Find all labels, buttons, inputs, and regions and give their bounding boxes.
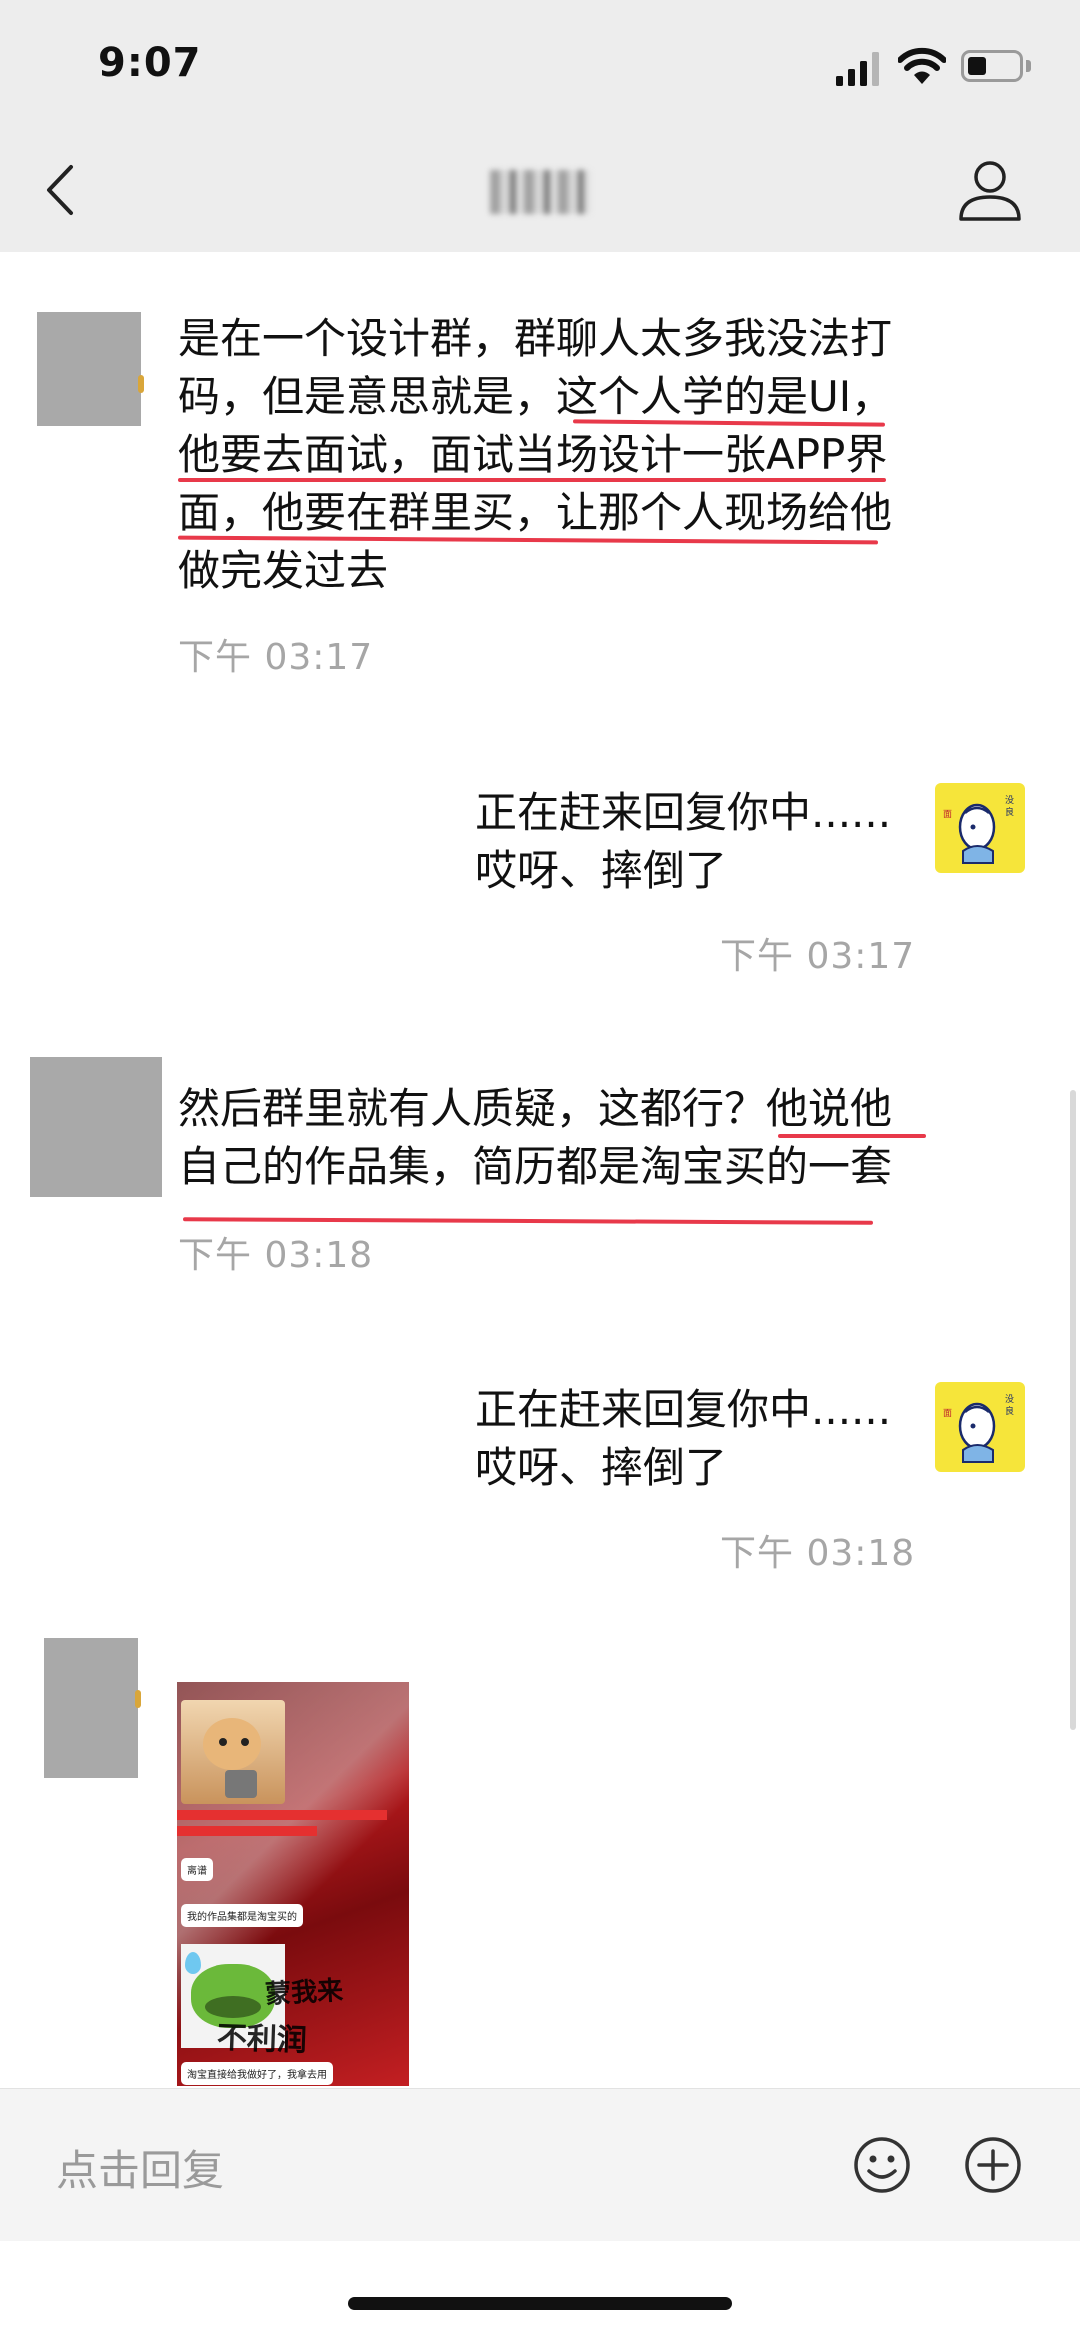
reply-bar: 点击回复: [0, 2088, 1080, 2241]
chat-bubble: 淘宝直接给我做好了，我拿去用: [181, 2062, 333, 2085]
chevron-left-icon: [47, 165, 73, 215]
message-line: 自己的作品集，简历都是淘宝买的一套: [178, 1142, 893, 1191]
profile-button[interactable]: [955, 155, 1025, 225]
handwritten-scribble: 蒙我来: [264, 1975, 344, 2011]
plus-circle-icon: [965, 2137, 1021, 2193]
handwritten-scribble: 不利润: [216, 2020, 308, 2059]
scrollbar[interactable]: [1070, 1090, 1076, 1730]
status-time: 9:07: [98, 40, 202, 86]
avatar-edge-mark: [135, 1690, 141, 1708]
svg-text:良: 良: [1005, 1405, 1014, 1417]
message-line: 哎呀、摔倒了: [475, 846, 728, 895]
contact-avatar[interactable]: [44, 1638, 138, 1778]
wifi-icon: [898, 47, 946, 84]
image-message[interactable]: 离谱 我的作品集都是淘宝买的 蒙我来 不利润 淘宝直接给我做好了，我拿去用: [177, 1682, 409, 2086]
cartoon-avatar-icon: 面 没 良: [943, 795, 1014, 864]
message-timestamp: 下午 03:17: [178, 637, 374, 678]
reply-input[interactable]: 点击回复: [56, 2137, 224, 2198]
more-button[interactable]: [963, 2135, 1023, 2195]
smiley-icon: [854, 2137, 910, 2193]
message-line: 哎呀、摔倒了: [475, 1443, 728, 1492]
message-timestamp: 下午 03:18: [178, 1235, 374, 1276]
chat-bubble: 离谱: [181, 1858, 213, 1881]
message-line: 正在赶来回复你中......: [475, 788, 892, 837]
cellular-signal-icon: [836, 52, 879, 86]
red-redaction-bar: [177, 1826, 317, 1836]
my-avatar[interactable]: 面 没 良: [935, 783, 1025, 873]
avatar-edge-mark: [138, 375, 144, 393]
chat-title-blurred: [490, 170, 590, 214]
svg-text:良: 良: [1005, 806, 1014, 818]
message-timestamp: 下午 03:17: [720, 936, 916, 977]
message-text[interactable]: 正在赶来回复你中...... 哎呀、摔倒了: [475, 1381, 891, 1497]
message-text[interactable]: 然后群里就有人质疑，这都行？他说他 自己的作品集，简历都是淘宝买的一套: [178, 1080, 892, 1196]
home-indicator[interactable]: [348, 2297, 732, 2310]
red-redaction-bar: [177, 1810, 387, 1820]
contact-avatar[interactable]: [30, 1057, 162, 1197]
svg-text:没: 没: [1005, 1394, 1014, 1405]
shiba-meme-image: [181, 1700, 285, 1804]
message-line: 面，他要在群里买，让那个人现场给他: [178, 488, 893, 537]
message-timestamp: 下午 03:18: [720, 1533, 916, 1574]
highlight-underline: [778, 1134, 926, 1138]
message-line: 正在赶来回复你中......: [475, 1385, 892, 1434]
chat-bubble: 我的作品集都是淘宝买的: [181, 1904, 303, 1927]
contact-avatar[interactable]: [37, 312, 141, 426]
battery-icon: [961, 50, 1023, 82]
person-icon: [959, 161, 1021, 221]
cartoon-avatar-icon: 面 没 良: [943, 1394, 1014, 1463]
battery-tip: [1026, 60, 1031, 72]
message-line: 他要去面试，面试当场设计一张APP界: [178, 430, 888, 479]
my-avatar[interactable]: 面 没 良: [935, 1382, 1025, 1472]
message-line: 码，但是意思就是，这个人学的是UI，: [178, 372, 894, 421]
emoji-button[interactable]: [852, 2135, 912, 2195]
message-text[interactable]: 正在赶来回复你中...... 哎呀、摔倒了: [475, 784, 891, 900]
svg-text:面: 面: [943, 1408, 952, 1419]
svg-text:面: 面: [943, 809, 952, 820]
highlight-underline: [182, 1217, 874, 1225]
message-line: 然后群里就有人质疑，这都行？他说他: [178, 1084, 893, 1133]
svg-text:没: 没: [1005, 795, 1014, 806]
message-line: 做完发过去: [178, 546, 389, 595]
message-line: 是在一个设计群，群聊人太多我没法打: [178, 314, 893, 363]
top-bar: 9:07: [0, 0, 1080, 252]
back-button[interactable]: [30, 150, 90, 230]
highlight-underline: [178, 478, 886, 482]
message-text[interactable]: 是在一个设计群，群聊人太多我没法打 码，但是意思就是，这个人学的是UI， 他要去…: [178, 310, 893, 600]
